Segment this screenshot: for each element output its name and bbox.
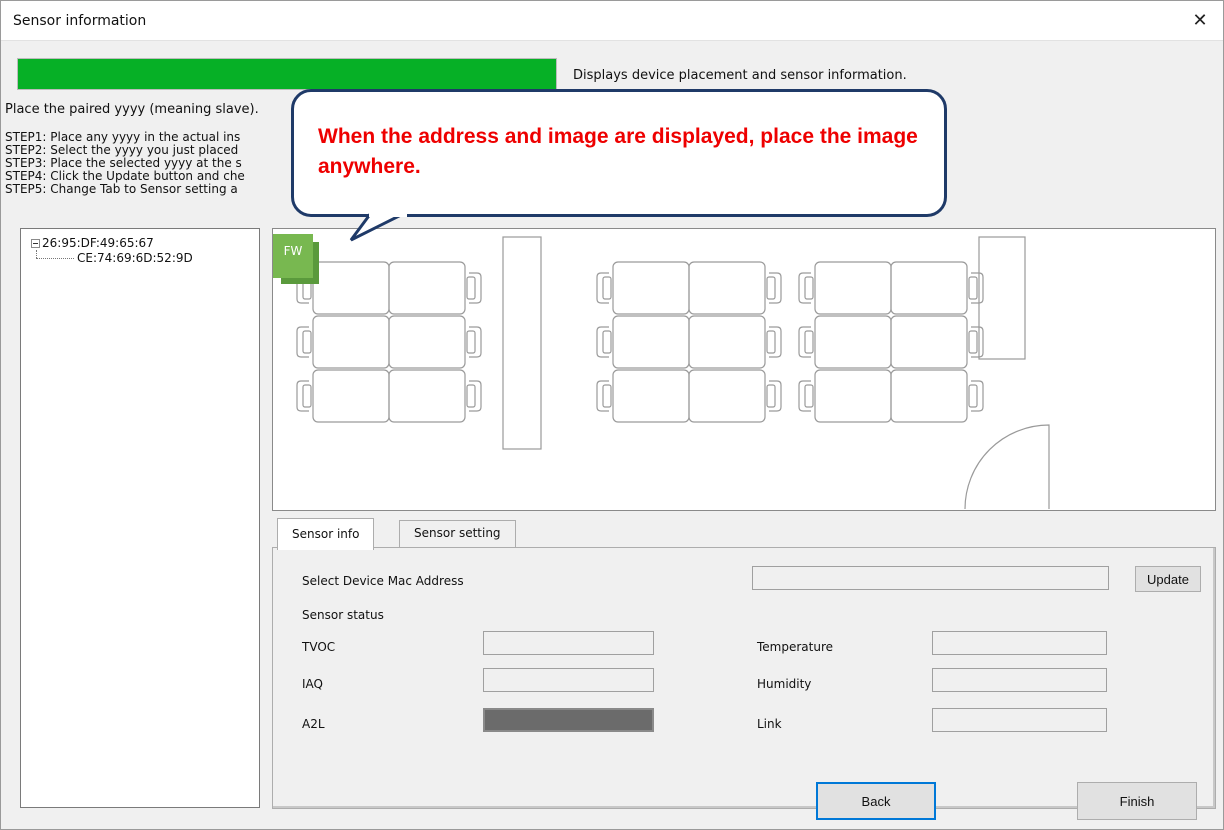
floor-plan (296, 236, 1050, 510)
step-5: STEP5: Change Tab to Sensor setting a (5, 182, 238, 196)
tree-child-node[interactable]: CE:74:69:6D:52:9D (77, 251, 193, 265)
desk (312, 369, 390, 423)
tvoc-label: TVOC (302, 640, 336, 654)
chair-seat (968, 384, 978, 408)
iaq-label: IAQ (302, 677, 323, 691)
finish-button[interactable]: Finish (1077, 782, 1197, 820)
tab-sensor-info[interactable]: Sensor info (277, 518, 375, 550)
chair-seat (804, 330, 814, 354)
desk (312, 261, 390, 315)
a2l-field (483, 708, 654, 732)
callout-text: When the address and image are displayed… (318, 125, 918, 178)
humidity-field (932, 668, 1107, 692)
chair-seat (602, 276, 612, 300)
close-icon[interactable]: ✕ (1177, 1, 1223, 41)
link-label: Link (757, 717, 782, 731)
a2l-label: A2L (302, 717, 325, 731)
progress-fill (18, 59, 556, 89)
cabinet (502, 236, 542, 450)
sensor-chip-label: FW (273, 234, 313, 278)
iaq-field (483, 668, 654, 692)
desk (688, 369, 766, 423)
update-button[interactable]: Update (1135, 566, 1201, 592)
desk (688, 315, 766, 369)
callout-tail (349, 213, 407, 242)
desk (388, 315, 466, 369)
mac-address-field[interactable] (752, 566, 1109, 590)
tree-connector (36, 258, 74, 259)
chair-seat (302, 384, 312, 408)
sensor-status-label: Sensor status (302, 608, 384, 622)
chair-seat (302, 330, 312, 354)
desk (388, 369, 466, 423)
desk (612, 315, 690, 369)
chair-seat (804, 384, 814, 408)
tree-root-node[interactable]: 26:95:DF:49:65:67 (31, 236, 154, 250)
desk (890, 369, 968, 423)
desk (814, 261, 892, 315)
steps-list: STEP1: Place any yyyy in the actual ins … (5, 131, 305, 196)
chair-seat (766, 384, 776, 408)
tab-sensor-setting[interactable]: Sensor setting (399, 520, 516, 548)
chair-seat (466, 276, 476, 300)
chair-seat (766, 276, 776, 300)
description-text: Displays device placement and sensor inf… (573, 68, 907, 83)
chair-seat (968, 276, 978, 300)
floor-plan-canvas[interactable] (272, 228, 1216, 511)
desk (890, 261, 968, 315)
device-tree[interactable]: 26:95:DF:49:65:67 CE:74:69:6D:52:9D (20, 228, 260, 808)
tvoc-field (483, 631, 654, 655)
instruction-text: Place the paired yyyy (meaning slave). (5, 102, 259, 117)
select-mac-label: Select Device Mac Address (302, 574, 464, 588)
title-bar: Sensor information ✕ (1, 1, 1223, 41)
tree-collapse-icon[interactable] (31, 239, 40, 248)
sensor-device-icon[interactable]: FW (273, 234, 319, 284)
sensor-information-window: Sensor information ✕ Displays device pla… (0, 0, 1224, 830)
progress-bar (17, 58, 557, 90)
temperature-label: Temperature (757, 640, 834, 654)
desk (388, 261, 466, 315)
sensor-info-panel: Select Device Mac Address Update Sensor … (272, 547, 1216, 809)
door (964, 424, 1050, 510)
chair-seat (466, 330, 476, 354)
chair-seat (968, 330, 978, 354)
chair-seat (602, 330, 612, 354)
desk (612, 261, 690, 315)
cabinet (978, 236, 1026, 360)
tree-connector (36, 250, 37, 258)
desk (612, 369, 690, 423)
chair-seat (466, 384, 476, 408)
back-button[interactable]: Back (816, 782, 936, 820)
chair-seat (766, 330, 776, 354)
humidity-label: Humidity (757, 677, 812, 691)
link-field (932, 708, 1107, 732)
tree-root-label: 26:95:DF:49:65:67 (42, 236, 154, 250)
window-title: Sensor information (13, 13, 147, 29)
chair-seat (602, 384, 612, 408)
temperature-field (932, 631, 1107, 655)
desk (312, 315, 390, 369)
callout-box: When the address and image are displayed… (291, 89, 947, 217)
desk (814, 369, 892, 423)
desk (890, 315, 968, 369)
chair-seat (804, 276, 814, 300)
desk (814, 315, 892, 369)
desk (688, 261, 766, 315)
